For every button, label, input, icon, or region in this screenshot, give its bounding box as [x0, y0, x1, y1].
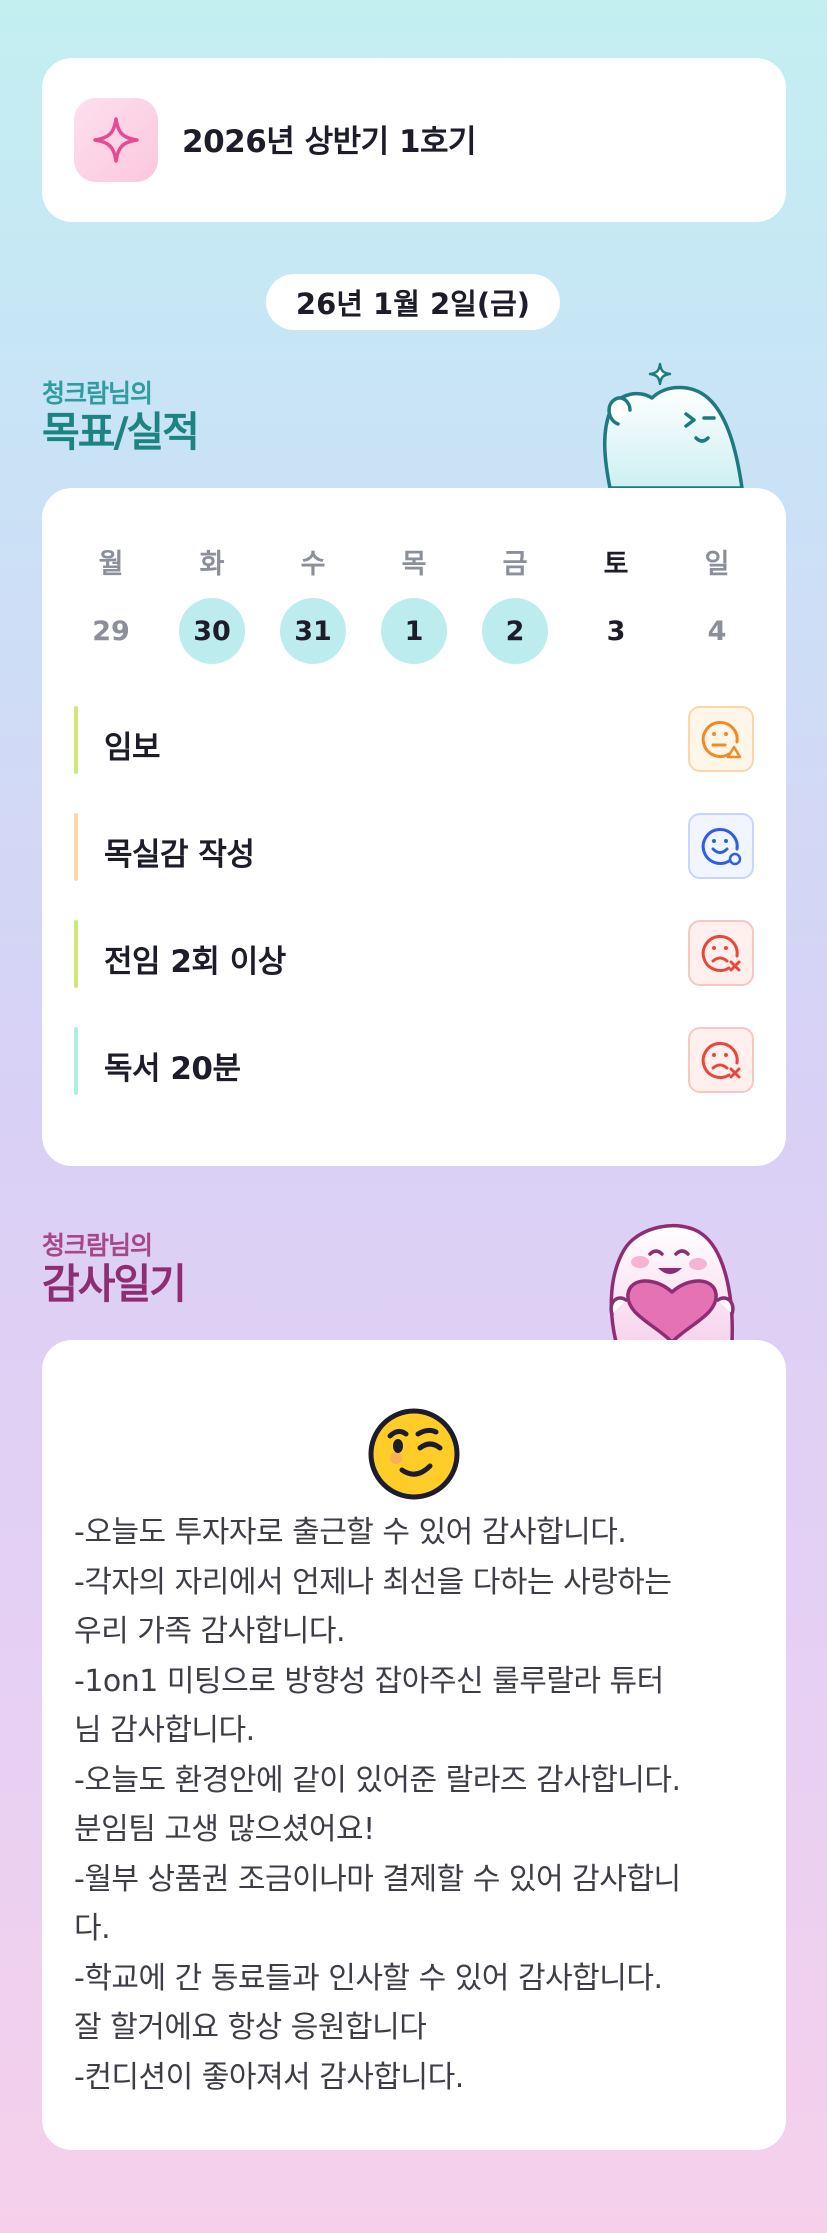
- weekday-header: 월 화 수 목 금 토 일: [78, 542, 750, 581]
- weekday-sat: 토: [603, 549, 629, 580]
- mascot-heart-illustration: [609, 1224, 735, 1342]
- date-cell[interactable]: 29: [78, 598, 144, 664]
- thanks-line: -오늘도 환경안에 같이 있어준 랄라즈 감사합니다.: [74, 1762, 681, 1798]
- goal-row[interactable]: 임보: [74, 706, 754, 774]
- weekday-thu: 목: [401, 549, 427, 580]
- goal-accent-bar: [74, 706, 78, 774]
- weekday-tue: 화: [199, 549, 225, 580]
- date-cell-completed[interactable]: 2: [482, 598, 548, 664]
- thanks-section-title: 감사일기: [42, 1260, 187, 1308]
- goal-label: 전임 2회 이상: [104, 944, 286, 980]
- goal-label: 임보: [104, 730, 161, 766]
- date-cell-completed[interactable]: 31: [280, 598, 346, 664]
- goal-accent-bar: [74, 813, 78, 881]
- face-sad-x-icon[interactable]: [688, 1027, 754, 1093]
- weekday-sun: 일: [704, 549, 730, 580]
- week-dates: 29 30 31 1 2 3 4: [78, 598, 750, 664]
- date-cell-completed[interactable]: 30: [179, 598, 245, 664]
- goal-accent-bar: [74, 1027, 78, 1095]
- cohort-card[interactable]: 2026년 상반기 1호기: [42, 58, 786, 222]
- date-selector[interactable]: 26년 1월 2일(금): [266, 274, 560, 330]
- weekday-fri: 금: [502, 549, 528, 580]
- goal-row[interactable]: 목실감 작성: [74, 813, 754, 881]
- face-sad-x-icon[interactable]: [688, 920, 754, 986]
- thanks-line: -컨디션이 좋아져서 감사합니다.: [74, 2059, 464, 2095]
- date-cell[interactable]: 3: [583, 598, 649, 664]
- thanks-line: -오늘도 투자자로 출근할 수 있어 감사합니다.: [74, 1515, 627, 1550]
- goals-section-title: 목표/실적: [42, 408, 200, 456]
- winking-face-icon: [368, 1408, 460, 1500]
- face-smile-check-icon[interactable]: [688, 813, 754, 879]
- goal-label: 독서 20분: [104, 1051, 241, 1087]
- thanks-diary-card: -오늘도 투자자로 출근할 수 있어 감사합니다. -각자의 자리에서 언제나 …: [42, 1340, 786, 2150]
- face-warning-icon[interactable]: [688, 706, 754, 772]
- thanks-line: 분임팀 고생 많으셨어요!: [74, 1812, 375, 1847]
- thanks-line: -1on1 미팅으로 방향성 잡아주신 룰루랄라 튜터: [74, 1663, 664, 1699]
- goal-accent-bar: [74, 920, 78, 988]
- date-cell[interactable]: 4: [684, 598, 750, 664]
- thanks-line: 님 감사합니다.: [74, 1713, 255, 1748]
- mascot-sparkle-illustration: [602, 362, 744, 490]
- thanks-line: -각자의 자리에서 언제나 최선을 다하는 사랑하는: [74, 1564, 672, 1600]
- thanks-line: -월부 상품권 조금이나마 결제할 수 있어 감사합니: [74, 1861, 681, 1897]
- thanks-line: 우리 가족 감사합니다.: [74, 1614, 346, 1649]
- thanks-line: -학교에 간 동료들과 인사할 수 있어 감사합니다.: [74, 1960, 663, 1996]
- goal-row[interactable]: 전임 2회 이상: [74, 920, 754, 988]
- thanks-line: 잘 할거에요 항상 응원합니다: [74, 2010, 427, 2045]
- thanks-diary-text: -오늘도 투자자로 출근할 수 있어 감사합니다. -각자의 자리에서 언제나 …: [74, 1508, 764, 2102]
- goal-label: 목실감 작성: [104, 837, 255, 873]
- cohort-title: 2026년 상반기 1호기: [182, 124, 477, 160]
- weekday-mon: 월: [98, 549, 124, 580]
- goals-card: 월 화 수 목 금 토 일 29 30 31 1 2 3 4 임보 목실감 작성: [42, 488, 786, 1166]
- goal-row[interactable]: 독서 20분: [74, 1027, 754, 1095]
- weekday-wed: 수: [300, 549, 326, 580]
- date-cell-completed[interactable]: 1: [381, 598, 447, 664]
- sparkle-icon: [74, 98, 158, 182]
- thanks-line: 다.: [74, 1911, 111, 1946]
